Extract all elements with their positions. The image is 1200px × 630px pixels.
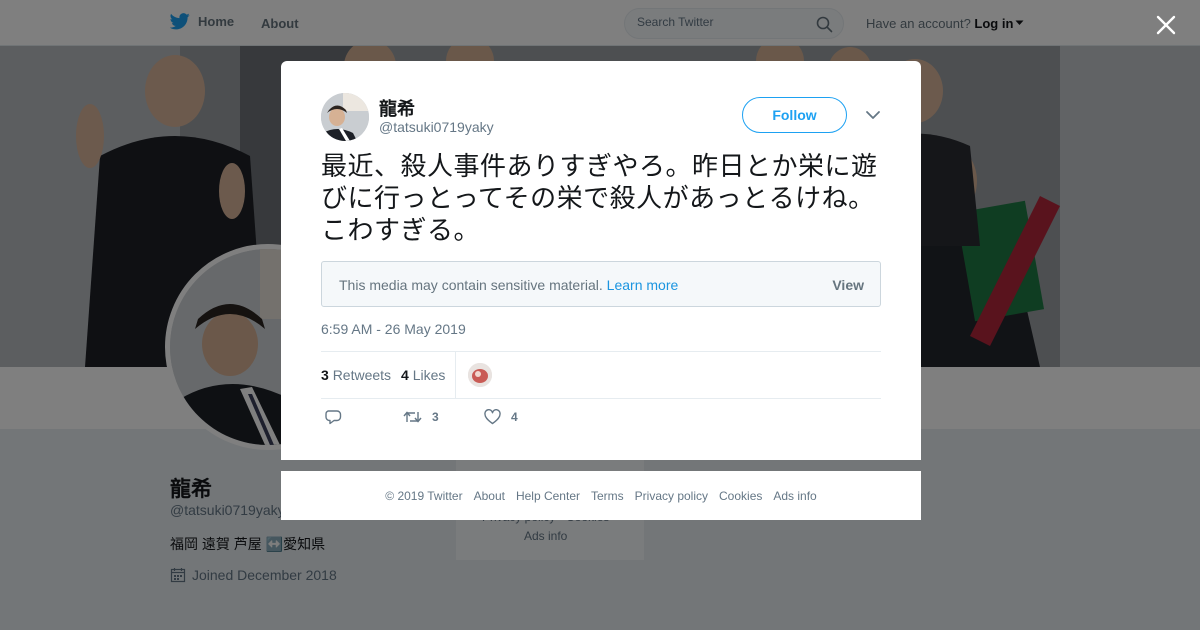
retweets-stat[interactable]: 3 Retweets (321, 367, 391, 383)
tweet-actions: 3 4 (321, 409, 881, 433)
footer-copyright: © 2019 Twitter (385, 488, 463, 503)
chevron-down-icon[interactable] (865, 108, 881, 122)
liker-avatar-photo (468, 363, 492, 387)
like-action-count: 4 (511, 410, 518, 424)
footer-link-terms[interactable]: Terms (591, 489, 624, 503)
tweet-author-name[interactable]: 龍希 (379, 95, 415, 121)
sensitive-notice-label: This media may contain sensitive materia… (339, 277, 603, 293)
tweet-text: 最近、殺人事件ありすぎやろ。昨日とか栄に遊びに行っとってその栄で殺人があっとるけ… (321, 152, 878, 246)
view-media-button[interactable]: View (832, 277, 864, 293)
reply-action[interactable] (325, 409, 342, 425)
footer-link-cookies[interactable]: Cookies (719, 489, 762, 503)
tweet-modal: 龍希 @tatsuki0719yaky Follow 最近、殺人事件ありすぎやろ… (281, 61, 921, 460)
footer-link-about[interactable]: About (474, 489, 505, 503)
learn-more-link[interactable]: Learn more (607, 277, 679, 293)
footer-link-help-center[interactable]: Help Center (516, 489, 580, 503)
tweet-timestamp[interactable]: 6:59 AM - 26 May 2019 (321, 321, 466, 337)
reply-icon (325, 410, 342, 425)
like-action[interactable]: 4 (484, 409, 518, 425)
tweet-author-handle[interactable]: @tatsuki0719yaky (379, 119, 494, 135)
heart-icon (484, 409, 501, 425)
stats-divider (455, 352, 456, 398)
retweet-action[interactable]: 3 (403, 409, 439, 425)
tweet-stats: 3 Retweets 4 Likes (321, 351, 881, 399)
tweet-author-avatar[interactable] (321, 93, 369, 141)
likes-stat[interactable]: 4 Likes (401, 367, 445, 383)
retweets-label: Retweets (332, 367, 392, 383)
footer-link-ads-info[interactable]: Ads info (773, 489, 816, 503)
liker-avatar[interactable] (468, 363, 492, 387)
likes-count: 4 (401, 367, 409, 383)
retweet-action-count: 3 (432, 410, 439, 424)
sensitive-media-text: This media may contain sensitive materia… (339, 277, 678, 293)
retweets-count: 3 (321, 367, 329, 383)
modal-footer: © 2019 Twitter About Help Center Terms P… (281, 471, 921, 520)
likes-label: Likes (412, 367, 446, 383)
close-icon[interactable] (1153, 12, 1179, 38)
retweet-icon (403, 411, 422, 423)
follow-button[interactable]: Follow (742, 97, 847, 133)
footer-link-privacy[interactable]: Privacy policy (635, 489, 708, 503)
tweet-author-avatar-photo (321, 93, 369, 141)
sensitive-media-notice: This media may contain sensitive materia… (321, 261, 881, 307)
